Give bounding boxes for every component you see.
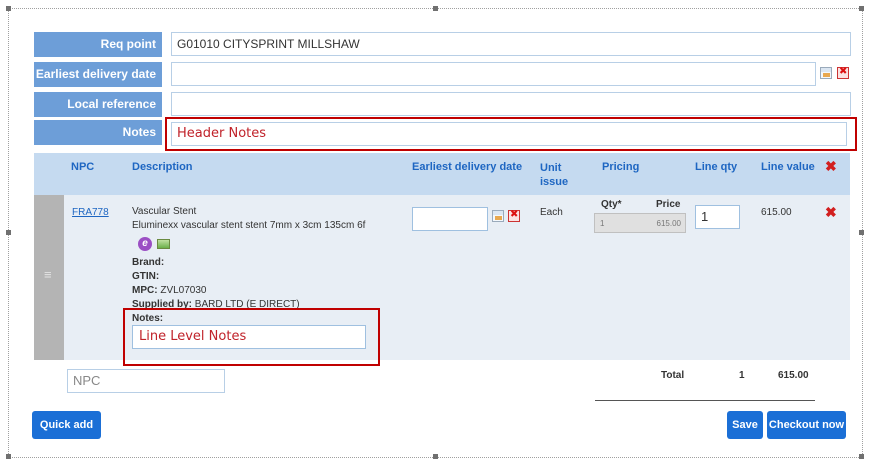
npc-input[interactable]: NPC [67, 369, 225, 393]
local-reference-label: Local reference [34, 92, 162, 117]
col-line-qty: Line qty [695, 161, 738, 173]
brand-label: Brand: [132, 257, 165, 268]
mpc-value: ZVL07030 [160, 285, 207, 296]
local-reference-field[interactable] [171, 92, 851, 116]
line-delivery-date-field[interactable] [412, 207, 488, 231]
table-header: NPC Description Earliest delivery date U… [34, 153, 850, 195]
gtin-label: GTIN: [132, 271, 160, 282]
save-button[interactable]: Save [727, 411, 763, 439]
resize-handle[interactable] [433, 454, 438, 459]
resize-handle[interactable] [859, 230, 864, 235]
earliest-delivery-label: Earliest delivery date [34, 62, 162, 87]
clear-date-icon[interactable] [837, 66, 849, 79]
col-pricing: Pricing [602, 161, 640, 173]
item-title: Vascular Stent [132, 206, 197, 217]
req-point-label: Req point [34, 32, 162, 57]
notes-label: Notes [34, 120, 162, 145]
col-line-value: Line value [761, 161, 815, 173]
item-subtitle: Eluminexx vascular stent stent 7mm x 3cm… [132, 220, 366, 231]
clear-date-icon[interactable] [508, 209, 520, 222]
pricing-price-value: 615.00 [656, 219, 681, 228]
edirect-icon: e [138, 237, 152, 251]
req-point-field[interactable]: G01010 CITYSPRINT MILLSHAW [171, 32, 851, 56]
total-divider [595, 400, 815, 401]
total-qty: 1 [739, 370, 745, 381]
quick-add-button[interactable]: Quick add [32, 411, 101, 439]
pricing-price-label: Price [656, 199, 681, 210]
image-icon[interactable] [157, 239, 170, 249]
col-npc: NPC [71, 161, 95, 173]
earliest-delivery-field[interactable] [171, 62, 816, 86]
line-qty-input[interactable]: 1 [695, 205, 740, 229]
unit-issue-value: Each [540, 207, 563, 218]
line-value: 615.00 [761, 207, 792, 218]
header-notes-highlight [165, 117, 857, 151]
checkout-now-button[interactable]: Checkout now [767, 411, 846, 439]
resize-handle[interactable] [6, 6, 11, 11]
total-label: Total [661, 370, 685, 381]
pricing-qty-value: 1 [600, 219, 605, 228]
delete-all-icon[interactable]: ✖ [825, 158, 837, 175]
col-description: Description [132, 161, 193, 173]
drag-handle[interactable]: ≡ [34, 195, 64, 360]
resize-handle[interactable] [433, 6, 438, 11]
total-value: 615.00 [778, 370, 809, 381]
drag-grip-icon: ≡ [44, 267, 52, 282]
resize-handle[interactable] [6, 454, 11, 459]
resize-handle[interactable] [859, 454, 864, 459]
calendar-icon[interactable] [820, 67, 832, 79]
calendar-icon[interactable] [492, 210, 504, 222]
line-notes-highlight [123, 308, 380, 366]
pricing-qty-label: Qty* [601, 199, 622, 210]
npc-link[interactable]: FRA778 [72, 207, 109, 218]
mpc-label: MPC: [132, 285, 158, 296]
delete-line-icon[interactable]: ✖ [825, 204, 837, 221]
resize-handle[interactable] [859, 6, 864, 11]
col-earliest-delivery: Earliest delivery date [412, 161, 523, 173]
col-unit-issue: Unit issue [540, 162, 569, 188]
resize-handle[interactable] [6, 230, 11, 235]
